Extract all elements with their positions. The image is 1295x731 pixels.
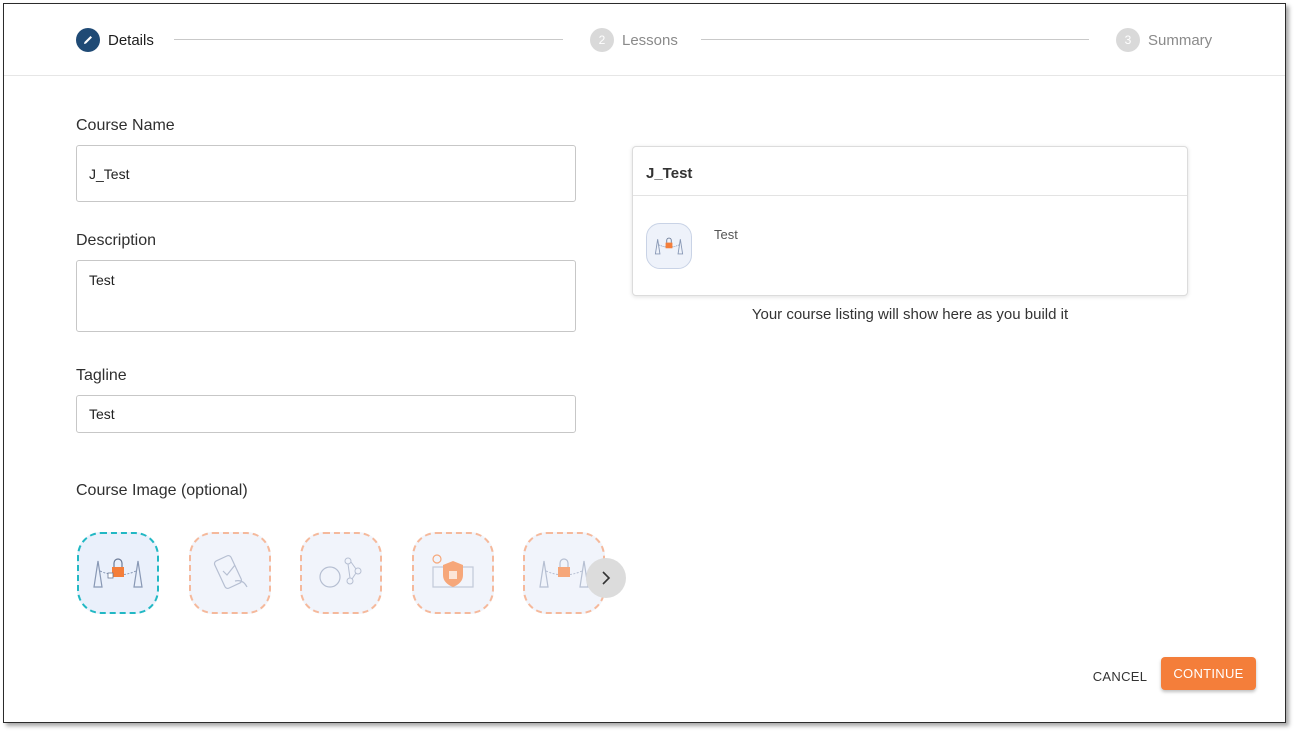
step-details[interactable]: Details [76, 27, 154, 53]
continue-button[interactable]: CONTINUE [1161, 657, 1256, 690]
step-connector [701, 39, 1089, 40]
course-wizard-window: Details 2 Lessons 3 Summary Course Name … [3, 3, 1286, 723]
preview-course-title: J_Test [646, 165, 693, 182]
step-label-lessons: Lessons [622, 31, 678, 49]
step-label-details: Details [108, 31, 154, 49]
course-image-option-3[interactable] [300, 532, 382, 614]
cancel-button[interactable]: CANCEL [1088, 661, 1152, 691]
laptop-lock-illustration-icon [539, 558, 589, 588]
description-textarea[interactable]: Test [76, 260, 576, 332]
preview-caption: Your course listing will show here as yo… [751, 306, 1069, 323]
course-image-label: Course Image (optional) [76, 482, 248, 499]
course-image-option-2[interactable] [189, 532, 271, 614]
preview-course-tagline: Test [714, 227, 738, 242]
step-connector [174, 39, 563, 40]
step-label-summary: Summary [1148, 31, 1213, 49]
step-number-badge: 3 [1116, 28, 1140, 52]
tagline-input[interactable]: Test [76, 395, 576, 433]
step-lessons[interactable]: 2 Lessons [590, 27, 678, 53]
course-image-option-1[interactable] [77, 532, 159, 614]
pencil-icon [76, 28, 100, 52]
laptop-lock-illustration-icon [93, 558, 143, 588]
course-name-input[interactable]: J_Test [76, 145, 576, 202]
course-name-label: Course Name [76, 117, 175, 134]
shield-desk-illustration-icon [432, 554, 474, 588]
carousel-next-button[interactable] [586, 558, 626, 598]
course-preview-card: J_Test Test [632, 146, 1188, 296]
step-number-badge: 2 [590, 28, 614, 52]
description-value: Test [89, 272, 115, 288]
step-summary[interactable]: 3 Summary [1116, 27, 1212, 53]
chevron-right-icon [602, 571, 611, 585]
network-user-illustration-icon [319, 557, 362, 588]
description-label: Description [76, 232, 157, 249]
card-divider [633, 195, 1187, 196]
preview-course-image [646, 223, 692, 269]
laptop-lock-illustration-icon [654, 237, 684, 255]
tagline-label: Tagline [76, 367, 127, 384]
phone-checklist-illustration-icon [213, 554, 248, 590]
course-name-value: J_Test [89, 165, 130, 182]
course-image-option-4[interactable] [412, 532, 494, 614]
tagline-value: Test [89, 406, 115, 422]
stepper: Details 2 Lessons 3 Summary [4, 4, 1285, 76]
